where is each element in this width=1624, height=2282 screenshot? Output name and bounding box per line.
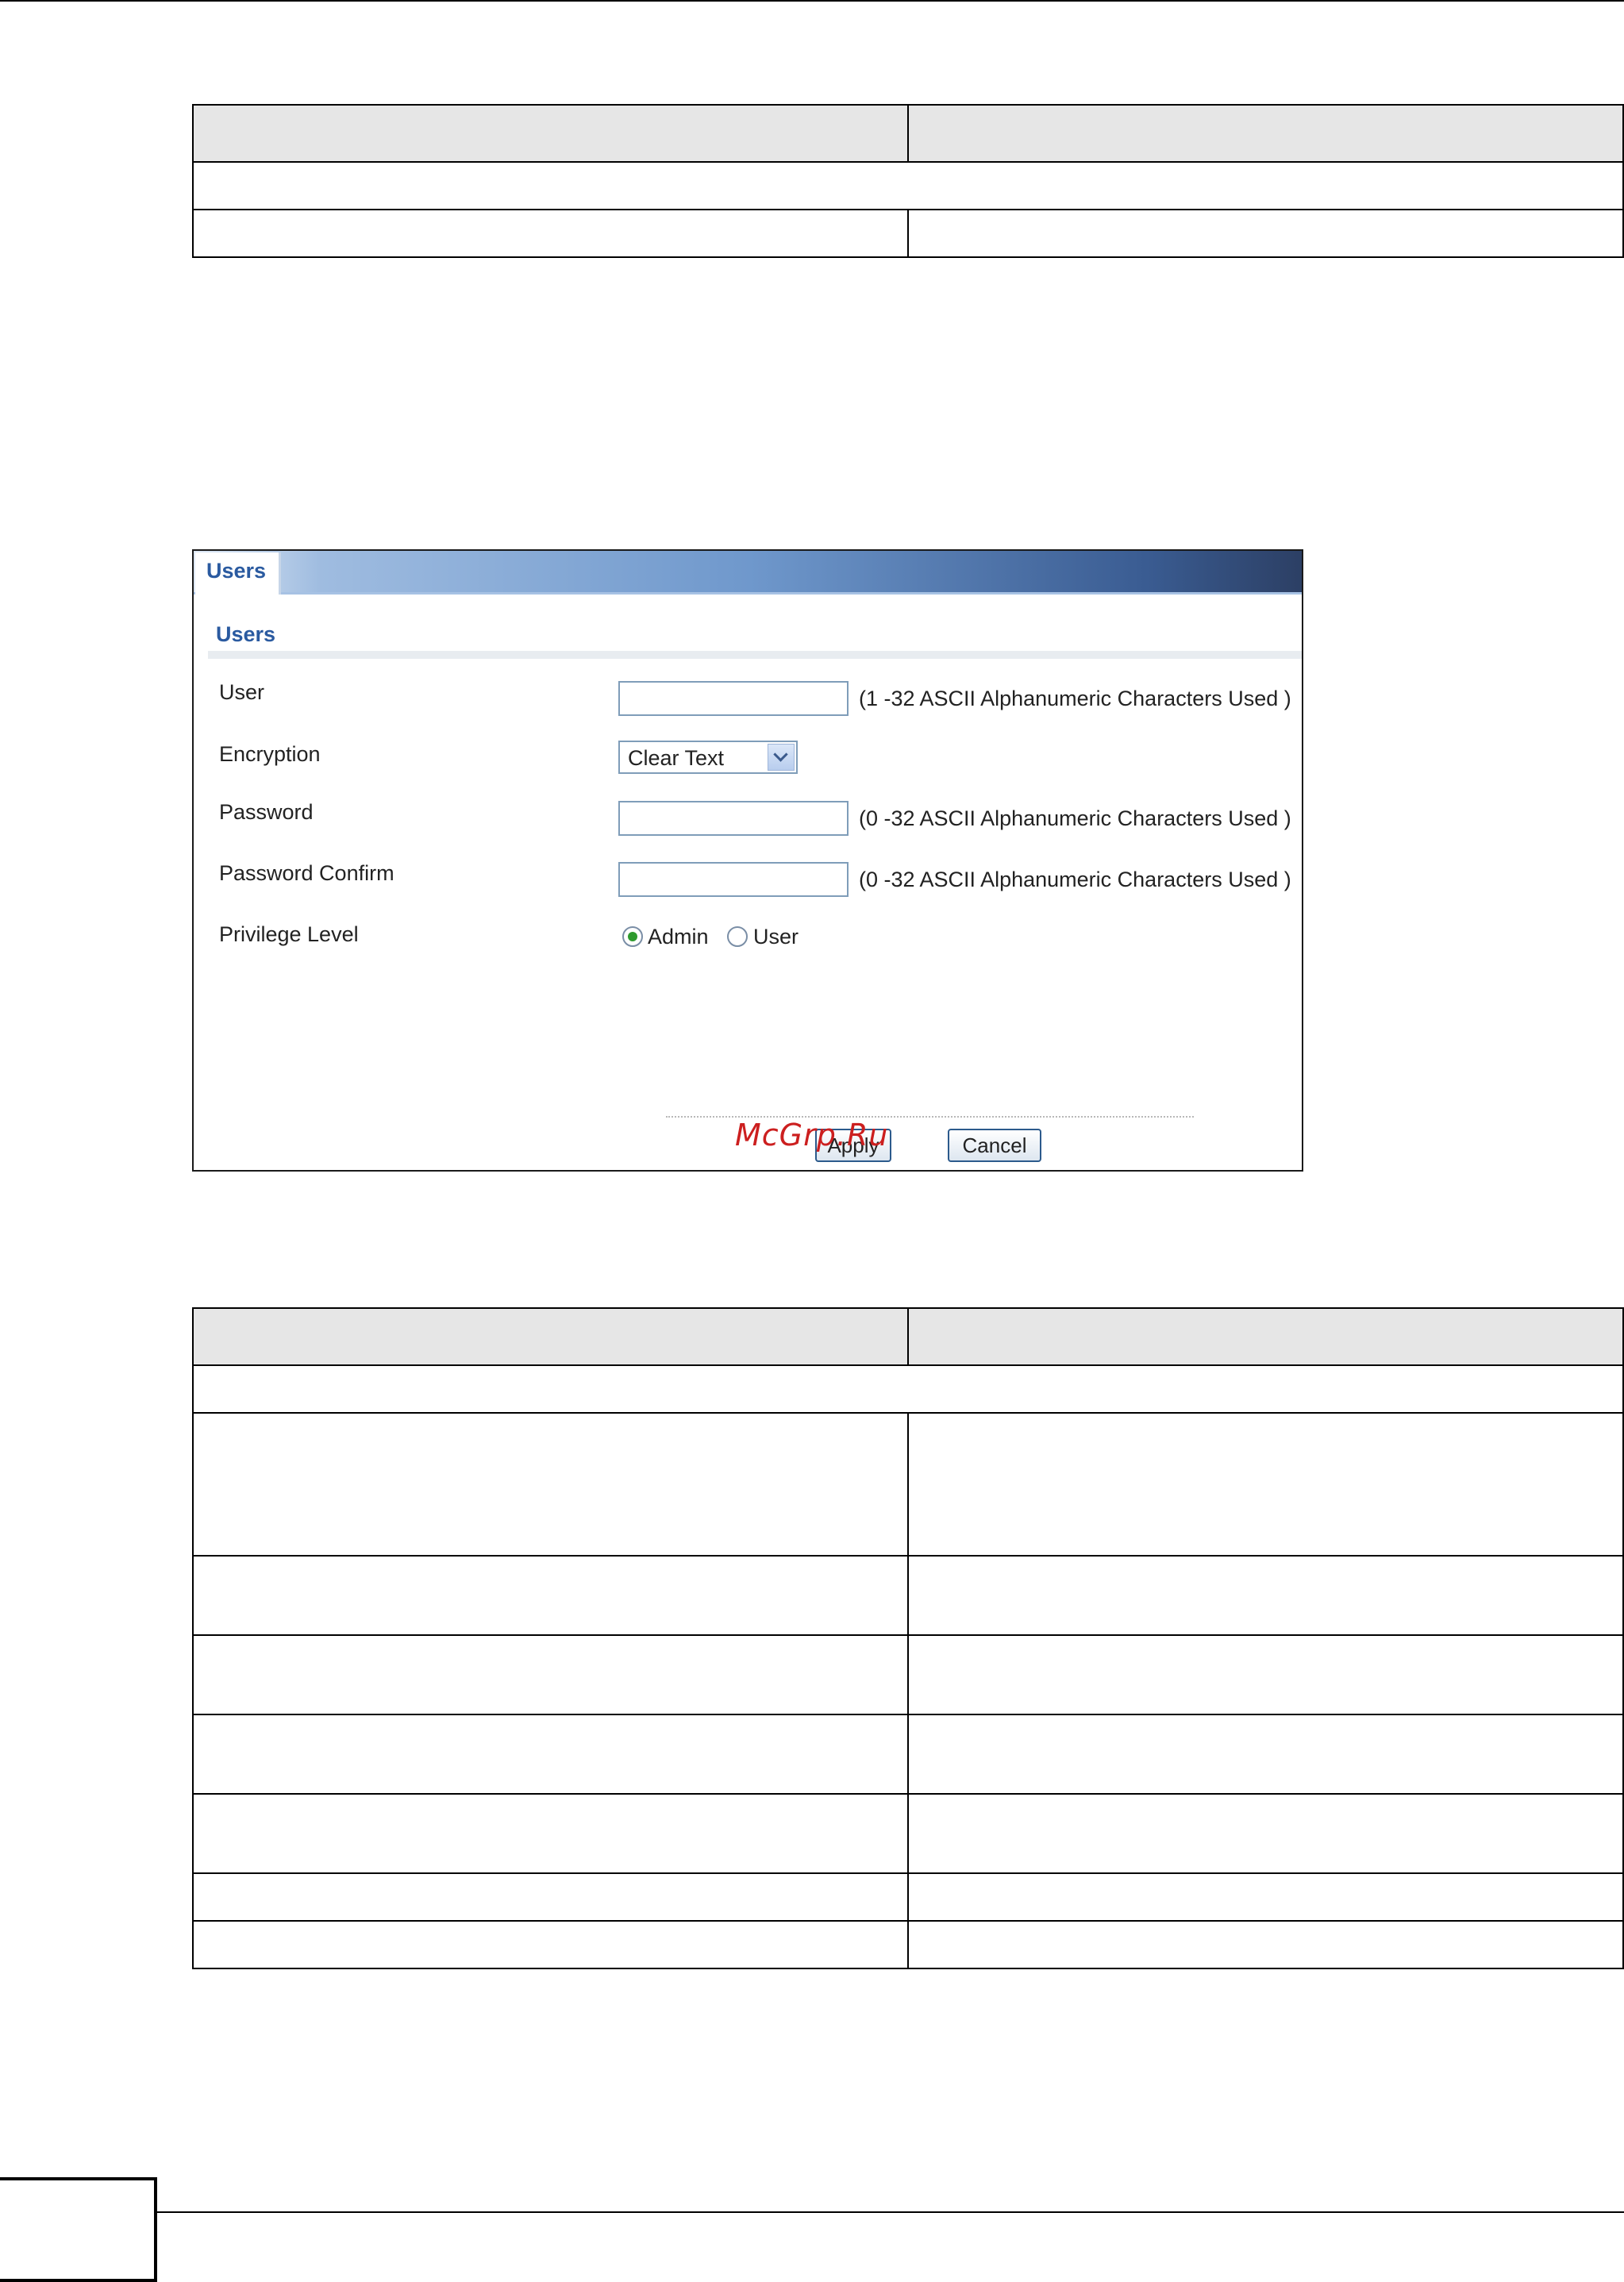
user-label: User bbox=[219, 680, 265, 704]
table-row bbox=[192, 1793, 1624, 1874]
page-top-rule bbox=[0, 0, 1624, 2]
table-cell bbox=[907, 1793, 1624, 1874]
doc-table-top bbox=[192, 104, 1624, 258]
table-cell bbox=[192, 1555, 909, 1636]
table-cell bbox=[192, 1920, 909, 1969]
radio-user-label[interactable]: User bbox=[753, 925, 799, 949]
table-cell bbox=[907, 1412, 1624, 1557]
section-title: Users bbox=[216, 622, 276, 646]
cancel-button[interactable]: Cancel bbox=[948, 1129, 1041, 1162]
table-cell bbox=[907, 209, 1624, 258]
table-cell bbox=[192, 1872, 909, 1922]
table-header-cell bbox=[192, 1307, 909, 1366]
table-cell bbox=[907, 1634, 1624, 1715]
table-row bbox=[192, 1872, 1624, 1922]
doc-table-bottom bbox=[192, 1307, 1624, 1969]
user-hint: (1 -32 ASCII Alphanumeric Characters Use… bbox=[859, 687, 1291, 710]
panel-titlebar bbox=[194, 551, 1302, 592]
table-cell bbox=[907, 1920, 1624, 1969]
encryption-label: Encryption bbox=[219, 742, 321, 766]
user-input[interactable] bbox=[618, 681, 849, 716]
panel-titlebar-underline bbox=[194, 592, 1302, 595]
table-row bbox=[192, 1920, 1624, 1969]
encryption-selected-value: Clear Text bbox=[628, 746, 725, 770]
password-input[interactable] bbox=[618, 801, 849, 836]
table-row bbox=[192, 209, 1624, 258]
password-confirm-label: Password Confirm bbox=[219, 861, 394, 885]
radio-user[interactable] bbox=[727, 926, 748, 947]
table-header-cell bbox=[192, 104, 909, 163]
page-number-box bbox=[0, 2177, 157, 2282]
section-divider bbox=[208, 651, 1302, 659]
radio-admin-label[interactable]: Admin bbox=[648, 925, 709, 949]
table-cell bbox=[192, 1412, 909, 1557]
table-header-row bbox=[192, 104, 1624, 163]
table-header-cell bbox=[907, 104, 1624, 163]
table-cell bbox=[907, 1872, 1624, 1922]
table-cell bbox=[907, 1555, 1624, 1636]
table-row bbox=[192, 1555, 1624, 1636]
tab-users[interactable]: Users bbox=[195, 552, 281, 595]
table-cell bbox=[907, 1714, 1624, 1795]
users-panel: Users Users User (1 -32 ASCII Alphanumer… bbox=[192, 549, 1303, 1172]
radio-admin[interactable] bbox=[622, 926, 643, 947]
table-cell bbox=[192, 161, 1624, 210]
table-header-row bbox=[192, 1307, 1624, 1366]
table-cell bbox=[192, 1364, 1624, 1414]
privilege-level-label: Privilege Level bbox=[219, 922, 359, 946]
footer-rule bbox=[157, 2211, 1624, 2213]
encryption-select[interactable]: Clear Text bbox=[618, 741, 798, 774]
chevron-down-icon bbox=[773, 747, 788, 762]
table-row bbox=[192, 161, 1624, 210]
table-row bbox=[192, 1412, 1624, 1557]
radio-selected-icon bbox=[628, 932, 637, 941]
table-row bbox=[192, 1364, 1624, 1414]
tab-label: Users bbox=[206, 559, 267, 583]
table-cell bbox=[192, 209, 909, 258]
watermark: McGrp.Ru bbox=[735, 1118, 889, 1153]
password-confirm-hint: (0 -32 ASCII Alphanumeric Characters Use… bbox=[859, 868, 1291, 891]
password-hint: (0 -32 ASCII Alphanumeric Characters Use… bbox=[859, 806, 1291, 830]
table-header-cell bbox=[907, 1307, 1624, 1366]
password-confirm-input[interactable] bbox=[618, 862, 849, 897]
password-label: Password bbox=[219, 800, 314, 824]
table-cell bbox=[192, 1634, 909, 1715]
table-row bbox=[192, 1634, 1624, 1715]
table-cell bbox=[192, 1714, 909, 1795]
dropdown-button[interactable] bbox=[768, 744, 795, 771]
table-cell bbox=[192, 1793, 909, 1874]
table-row bbox=[192, 1714, 1624, 1795]
